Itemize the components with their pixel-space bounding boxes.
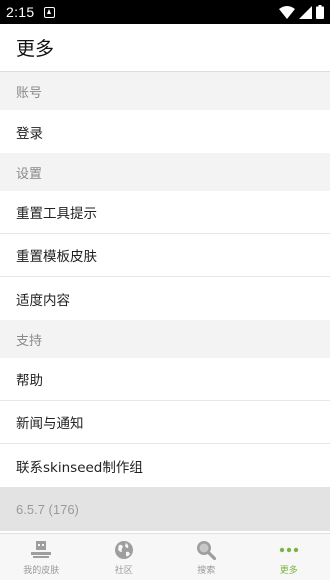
more-dots-icon	[277, 539, 301, 561]
nav-label-my-skins: 我的皮肤	[23, 565, 60, 576]
app-bar: 更多	[0, 24, 330, 72]
search-icon	[194, 539, 218, 561]
globe-icon	[112, 539, 136, 561]
moderate-content-item[interactable]: 适度内容	[0, 277, 330, 320]
signal-icon	[299, 5, 312, 19]
nav-label-more: 更多	[279, 565, 298, 576]
notification-app-icon	[44, 6, 56, 18]
settings-list: 账号 登录 设置 重置工具提示 重置模板皮肤 适度内容 支持 帮助 新闻与通知 …	[0, 72, 330, 531]
login-item[interactable]: 登录	[0, 110, 330, 153]
status-icons	[279, 5, 324, 19]
nav-my-skins[interactable]: 我的皮肤	[0, 534, 83, 580]
reset-tooltips-item[interactable]: 重置工具提示	[0, 191, 330, 234]
wifi-icon	[279, 5, 295, 19]
section-header-account: 账号	[0, 72, 330, 110]
nav-more[interactable]: 更多	[248, 534, 330, 580]
skins-icon	[29, 539, 53, 561]
version-label: 6.5.7 (176)	[0, 487, 330, 531]
section-header-support: 支持	[0, 320, 330, 358]
nav-label-search: 搜索	[197, 565, 216, 576]
bottom-nav: 我的皮肤 社区 搜索 更多	[0, 533, 330, 580]
status-time: 2:15	[6, 4, 35, 20]
help-item[interactable]: 帮助	[0, 358, 330, 401]
news-notifications-item[interactable]: 新闻与通知	[0, 401, 330, 444]
status-bar: 2:15	[0, 0, 330, 24]
nav-community[interactable]: 社区	[83, 534, 166, 580]
page-title: 更多	[16, 38, 55, 60]
battery-icon	[316, 5, 324, 19]
reset-template-skins-item[interactable]: 重置模板皮肤	[0, 234, 330, 277]
nav-search[interactable]: 搜索	[165, 534, 248, 580]
contact-team-item[interactable]: 联系skinseed制作组	[0, 444, 330, 487]
nav-label-community: 社区	[114, 565, 133, 576]
section-header-settings: 设置	[0, 153, 330, 191]
